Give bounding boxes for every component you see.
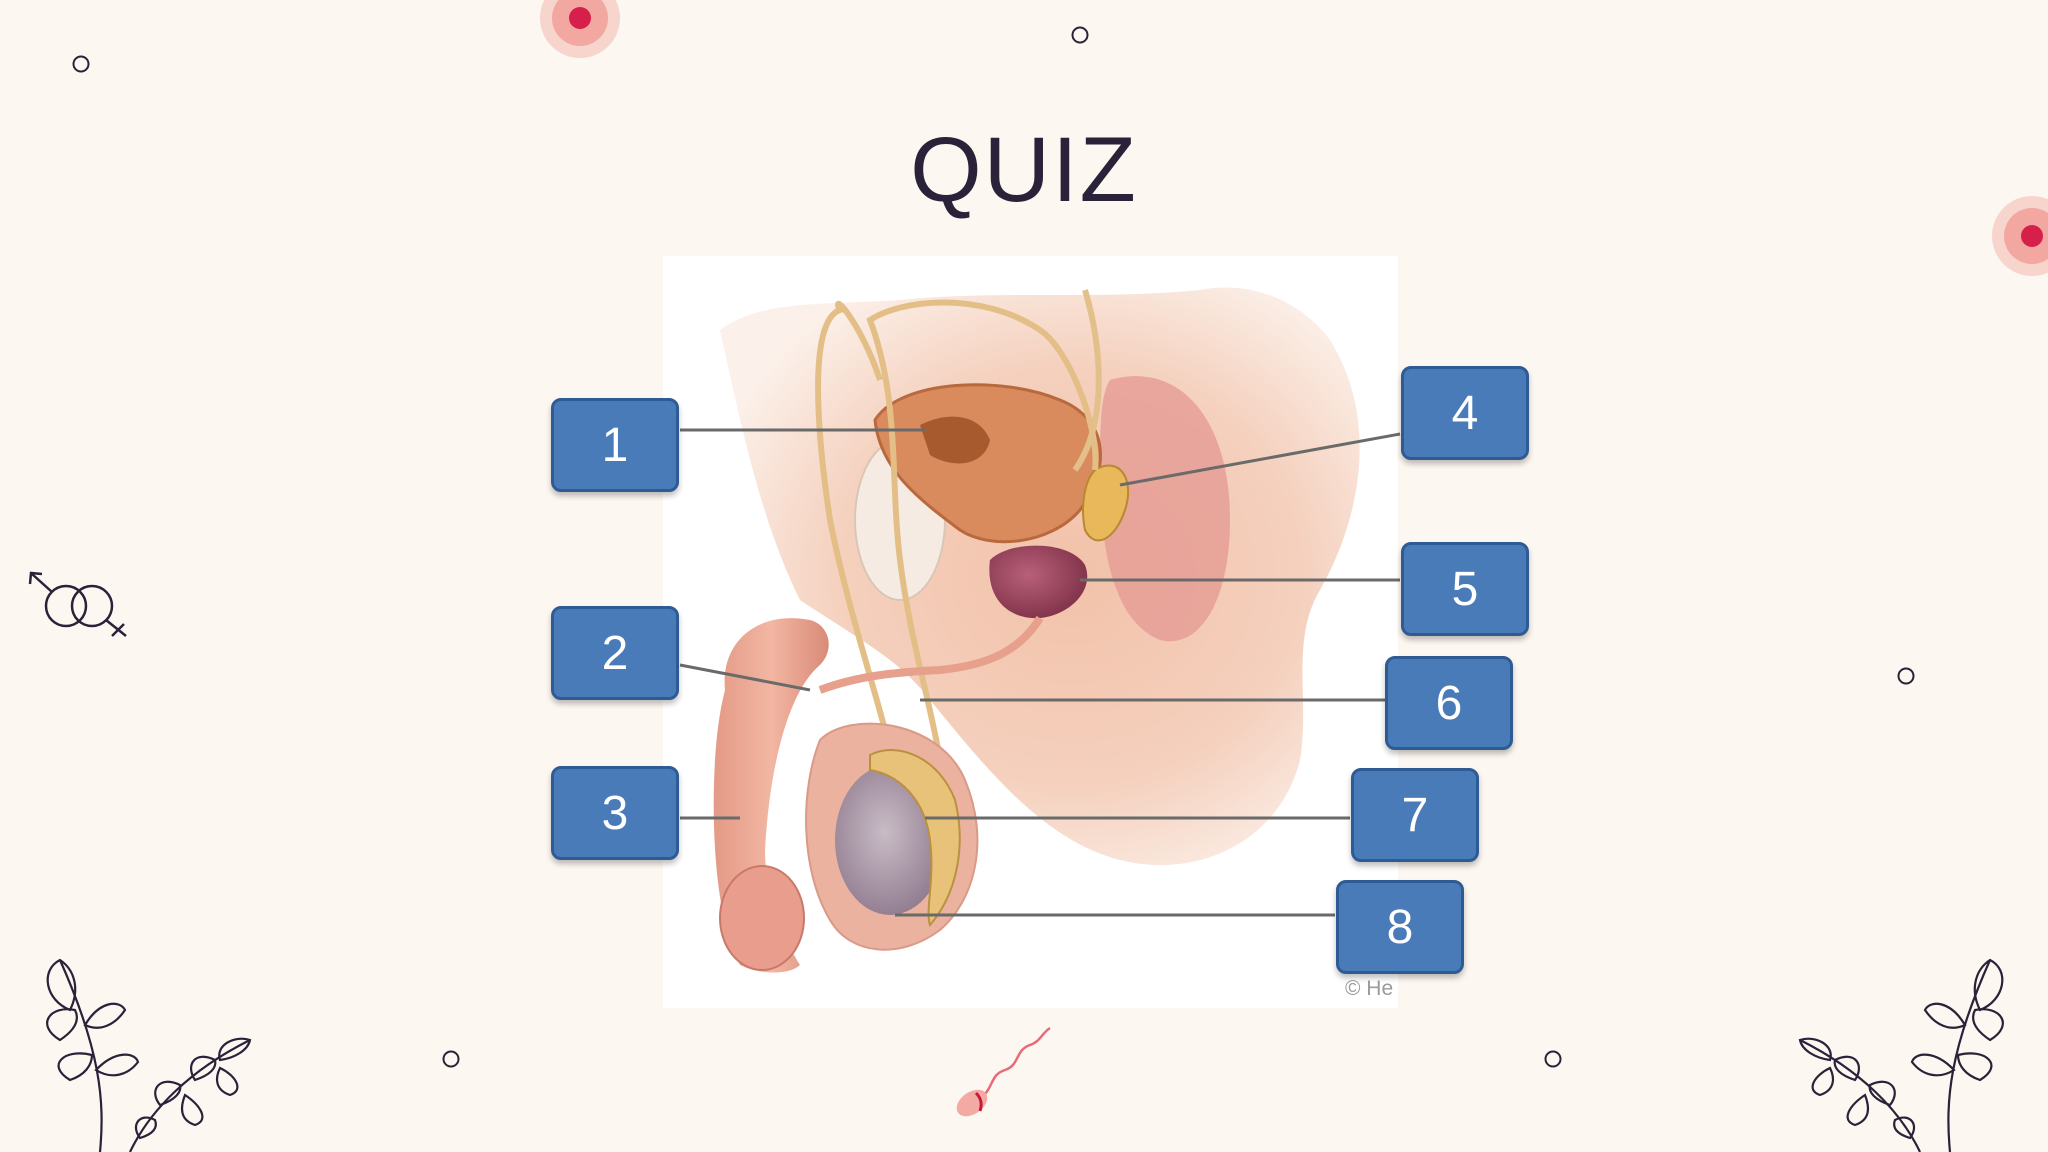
ring-icon	[72, 55, 90, 73]
anatomy-illustration	[663, 256, 1401, 1008]
leaf-branch-icon	[1798, 958, 2004, 1152]
leaf-branch-icon	[46, 958, 252, 1152]
label-box-8[interactable]: 8	[1336, 880, 1464, 974]
target-dot-icon	[540, 0, 620, 58]
label-box-2[interactable]: 2	[551, 606, 679, 700]
label-box-3[interactable]: 3	[551, 766, 679, 860]
label-box-7[interactable]: 7	[1351, 768, 1479, 862]
label-box-4[interactable]: 4	[1401, 366, 1529, 460]
ring-icon	[1897, 667, 1915, 685]
label-box-5[interactable]: 5	[1401, 542, 1529, 636]
sperm-icon	[956, 1026, 1051, 1117]
copyright-text: © He	[1345, 977, 1394, 1000]
gender-symbol-icon	[28, 571, 127, 637]
ring-icon	[442, 1050, 460, 1068]
glans	[719, 865, 805, 971]
label-box-1[interactable]: 1	[551, 398, 679, 492]
ring-icon	[1544, 1050, 1562, 1068]
label-box-6[interactable]: 6	[1385, 656, 1513, 750]
target-dot-icon	[1992, 196, 2048, 276]
ring-icon	[1071, 26, 1089, 44]
